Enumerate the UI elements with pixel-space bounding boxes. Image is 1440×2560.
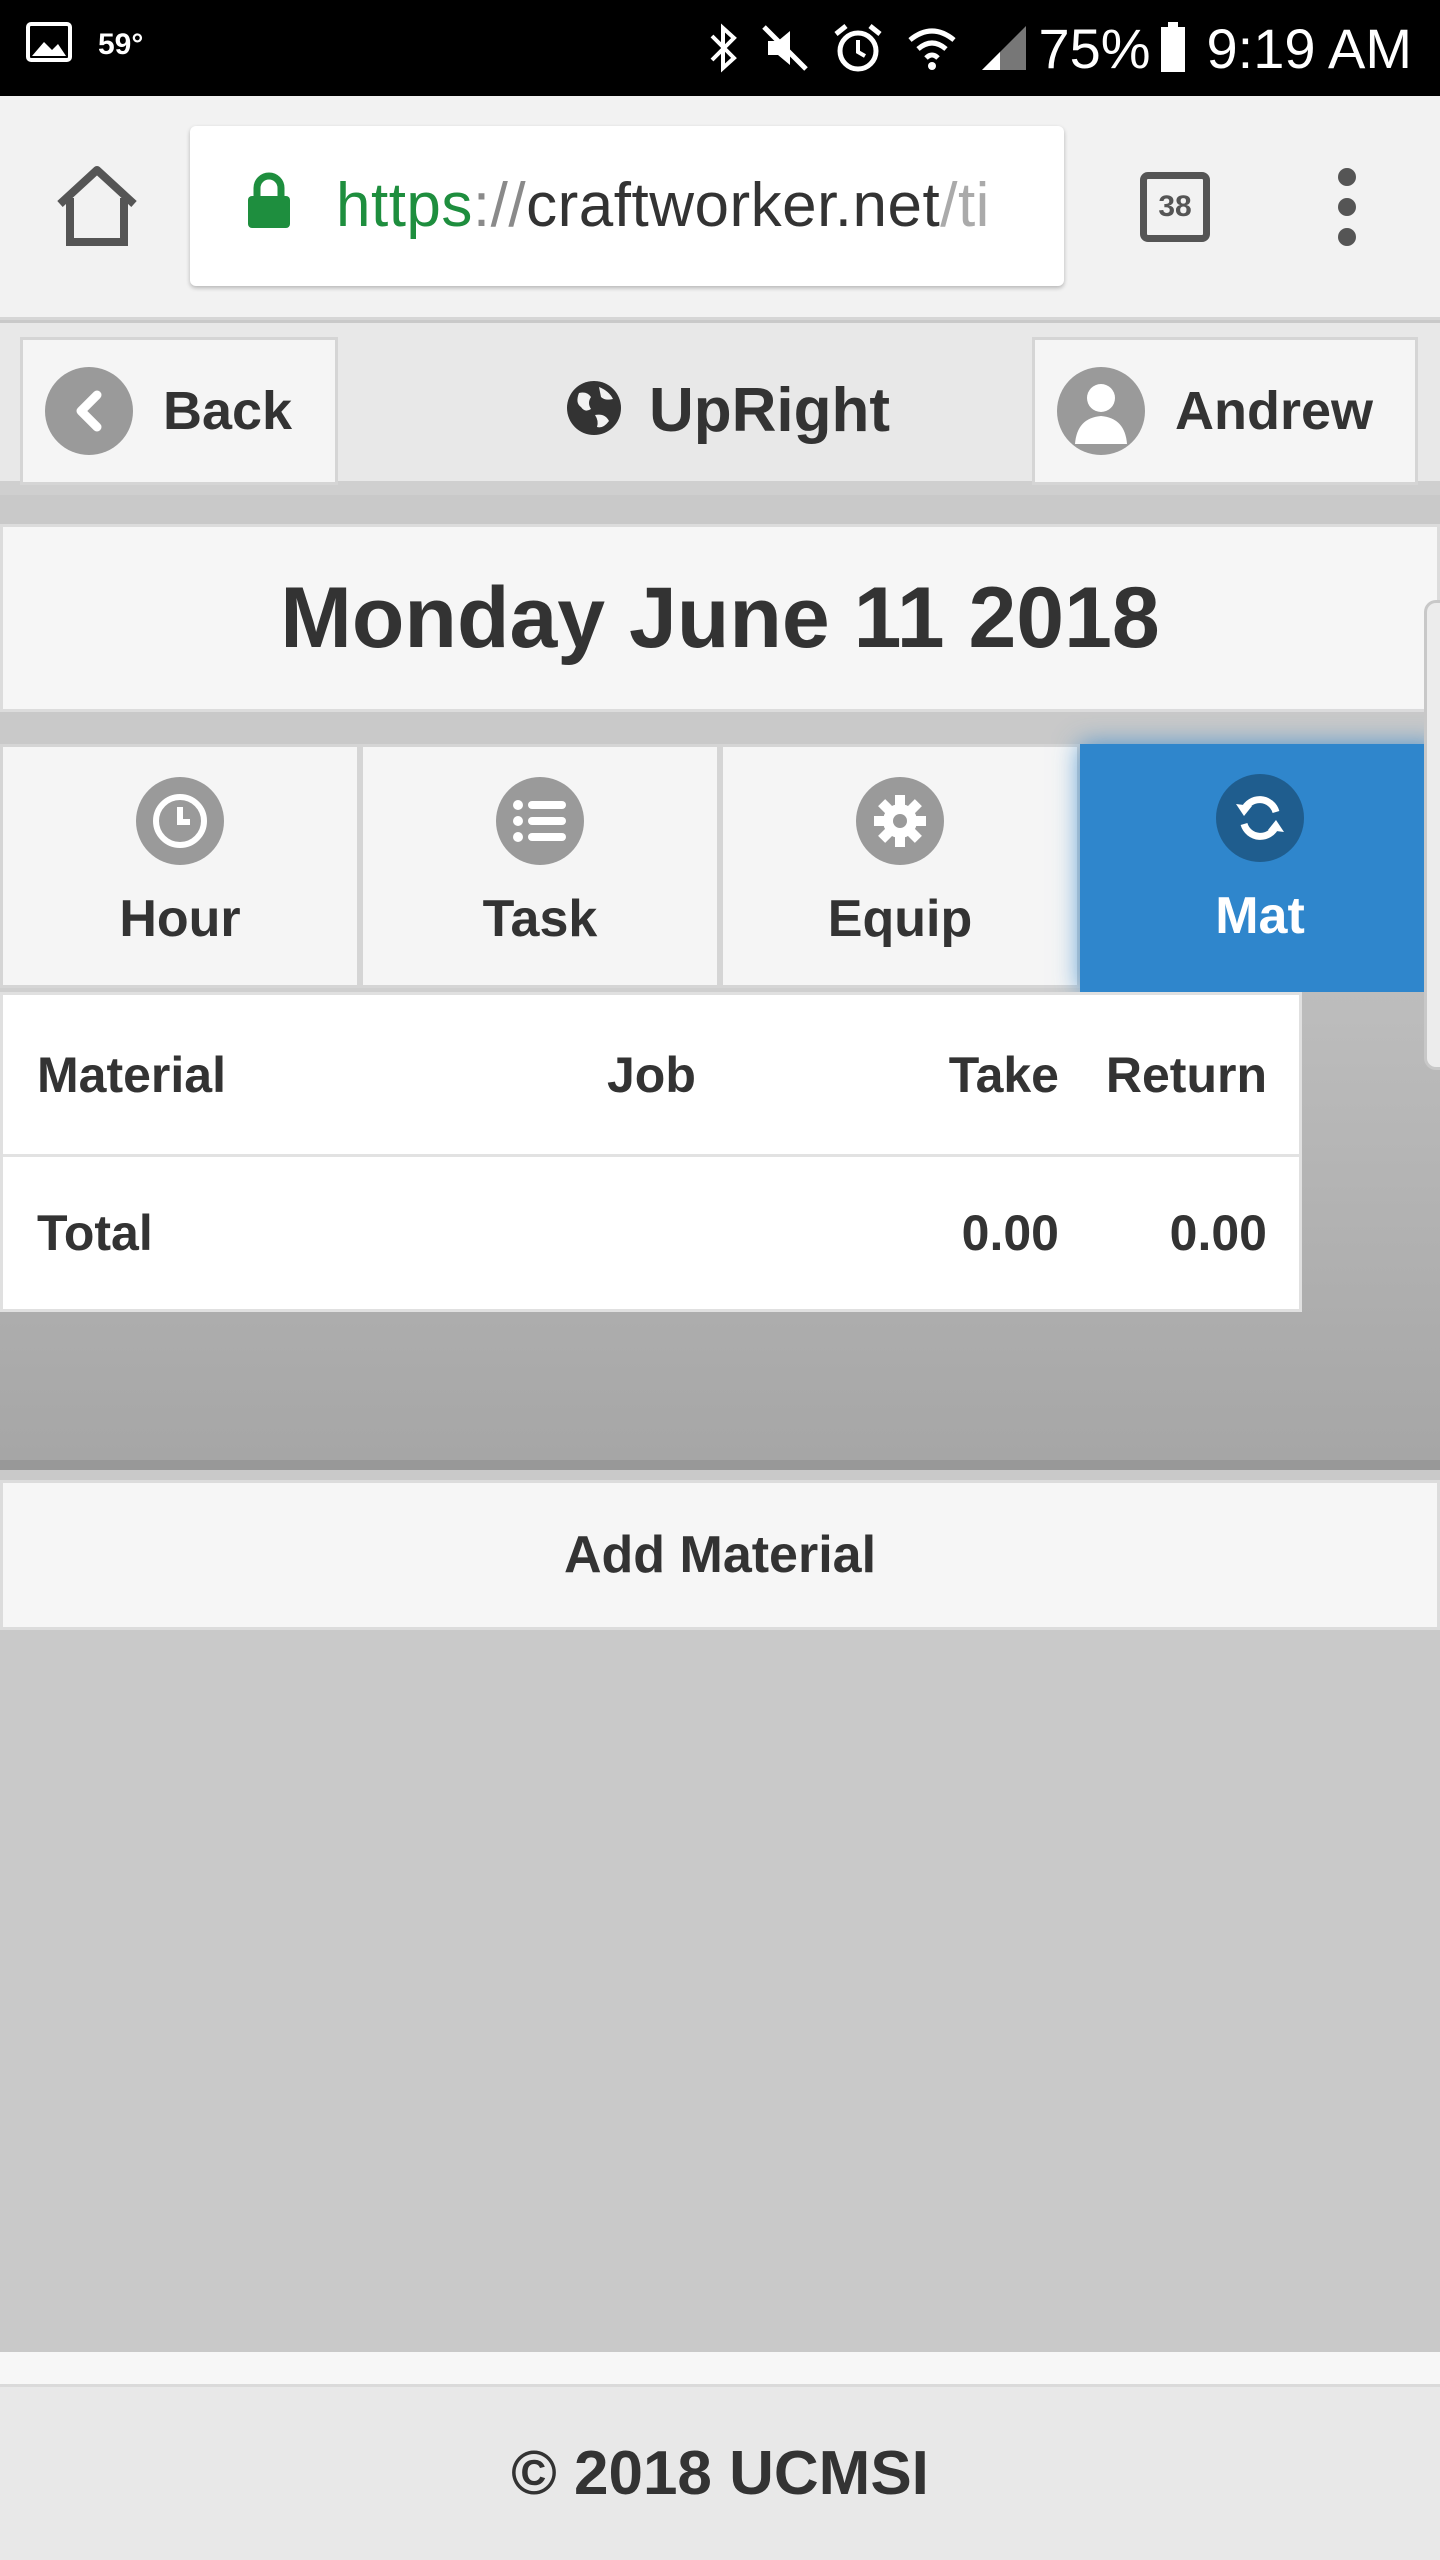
- wifi-icon: [906, 24, 958, 72]
- url-text: https://craftworker.net/ti: [336, 171, 990, 240]
- mute-icon: [760, 23, 810, 73]
- back-button[interactable]: Back: [20, 337, 338, 485]
- total-return: 0.00: [1169, 1205, 1267, 1261]
- column-header-return: Return: [1105, 1046, 1267, 1103]
- alarm-icon: [832, 22, 884, 74]
- tab-equip[interactable]: Equip: [720, 744, 1080, 988]
- address-bar[interactable]: https://craftworker.net/ti: [190, 126, 1064, 286]
- materials-panel: Material Job Take Return Total 0.00 0.00: [0, 992, 1440, 1470]
- table-total-row: Total 0.00 0.00: [3, 1157, 1299, 1309]
- browser-toolbar: https://craftworker.net/ti 38: [0, 96, 1440, 320]
- tab-task[interactable]: Task: [360, 744, 720, 988]
- tab-label: Mat: [1215, 887, 1305, 945]
- user-name: Andrew: [1175, 381, 1374, 441]
- clock: 9:19 AM: [1206, 16, 1412, 80]
- user-avatar-icon: [1057, 367, 1145, 455]
- gear-icon: [856, 777, 944, 865]
- status-bar: 59° 75% 9:19 AM: [0, 0, 1440, 96]
- tab-switcher-button[interactable]: 38: [1140, 172, 1210, 242]
- add-material-label: Add Material: [563, 1526, 877, 1584]
- tab-bar: Hour Task Equip Mat: [0, 744, 1440, 992]
- tab-hour[interactable]: Hour: [0, 744, 360, 988]
- globe-icon: [565, 379, 623, 442]
- total-label: Total: [37, 1205, 153, 1261]
- list-icon: [496, 777, 584, 865]
- battery-icon: [1159, 22, 1187, 74]
- overflow-menu-icon[interactable]: [1332, 168, 1362, 246]
- signal-icon: [980, 24, 1028, 72]
- battery-percent: 75%: [1038, 16, 1151, 80]
- app-header: Back UpRight Andrew: [0, 323, 1440, 495]
- bluetooth-icon: [708, 22, 738, 74]
- back-label: Back: [163, 381, 293, 441]
- table-header-row: Material Job Take Return: [3, 995, 1299, 1157]
- lock-icon: [246, 172, 292, 235]
- gallery-icon: [26, 22, 72, 67]
- copyright: © 2018 UCMSI: [511, 2439, 929, 2508]
- column-header-take: Take: [948, 1046, 1059, 1103]
- column-header-material: Material: [37, 1046, 226, 1103]
- user-button[interactable]: Andrew: [1032, 337, 1418, 485]
- brand-name: UpRight: [649, 376, 891, 445]
- total-take: 0.00: [961, 1205, 1059, 1261]
- scrollbar[interactable]: [1424, 600, 1440, 1070]
- brand: UpRight: [565, 375, 890, 446]
- tab-label: Task: [482, 890, 598, 948]
- date-label: Monday June 11 2018: [280, 569, 1160, 666]
- tab-label: Equip: [827, 890, 973, 948]
- materials-table: Material Job Take Return Total 0.00 0.00: [0, 992, 1302, 1312]
- refresh-icon: [1216, 774, 1304, 862]
- home-icon[interactable]: [52, 162, 142, 248]
- footer: © 2018 UCMSI: [0, 2384, 1440, 2560]
- footer-divider: [0, 2352, 1440, 2384]
- clock-icon: [136, 777, 224, 865]
- add-material-button[interactable]: Add Material: [0, 1480, 1440, 1630]
- chevron-left-icon: [45, 367, 133, 455]
- date-header: Monday June 11 2018: [0, 524, 1440, 712]
- tab-label: Hour: [119, 890, 241, 948]
- temperature: 59°: [98, 27, 144, 61]
- tab-mat[interactable]: Mat: [1080, 744, 1440, 992]
- column-header-job: Job: [607, 1046, 696, 1103]
